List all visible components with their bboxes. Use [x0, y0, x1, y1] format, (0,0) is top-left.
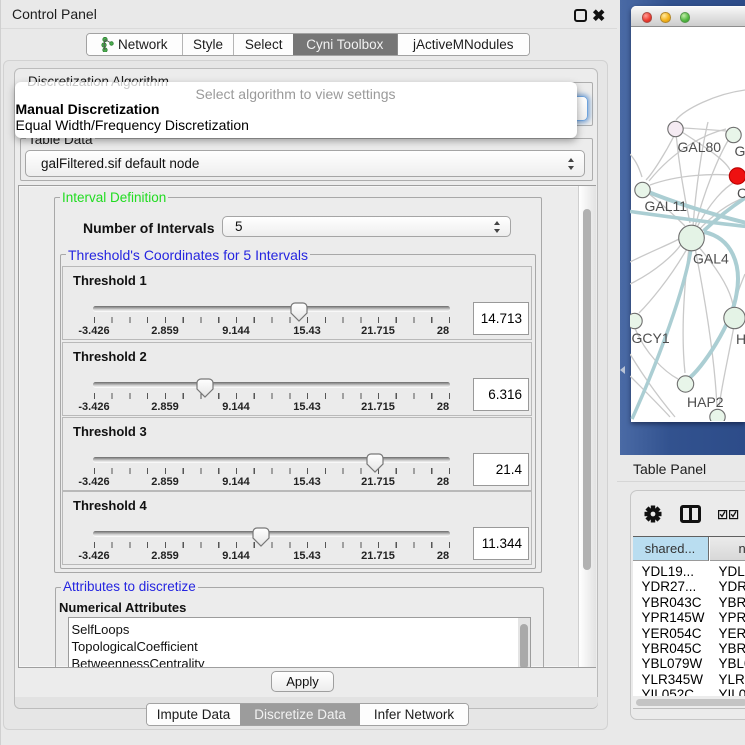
svg-text:HIS4: HIS4 [736, 331, 745, 347]
svg-text:GCY1: GCY1 [631, 330, 669, 346]
svg-text:HAP2: HAP2 [687, 394, 724, 410]
svg-text:GAL80: GAL80 [677, 139, 721, 155]
svg-text:GAL11: GAL11 [644, 198, 687, 214]
svg-text:GAL2: GAL2 [734, 143, 745, 159]
svg-text:GAL4: GAL4 [693, 251, 729, 267]
svg-text:CDC25: CDC25 [737, 185, 745, 201]
